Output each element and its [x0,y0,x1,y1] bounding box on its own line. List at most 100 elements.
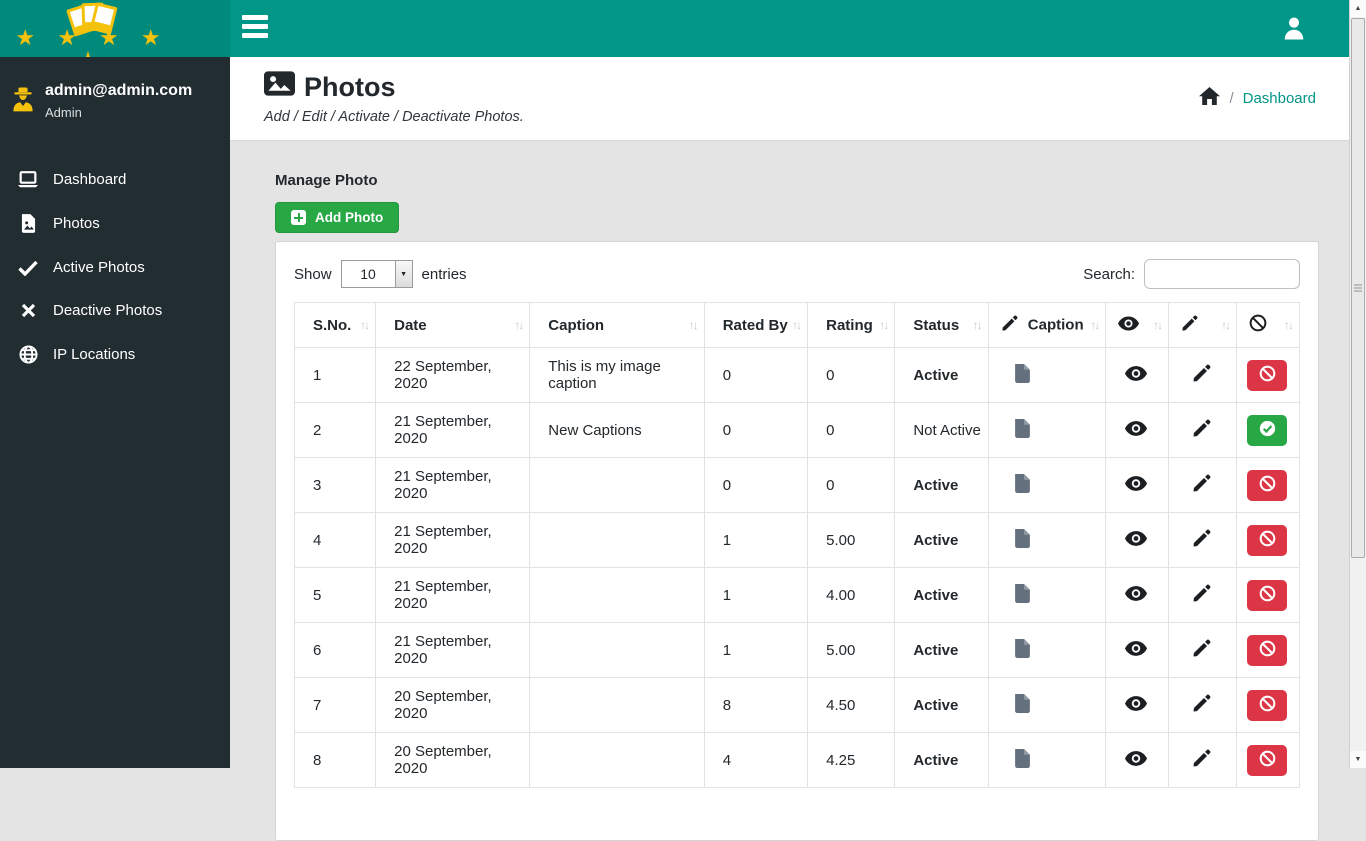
caption-file-icon[interactable] [1013,473,1032,499]
ban-icon [1259,530,1276,550]
sidebar-item-deactive-photos[interactable]: Deactive Photos [0,289,230,332]
scrollbar-thumb[interactable] [1351,18,1365,558]
toggle-status-button[interactable] [1247,414,1288,446]
chevron-down-icon[interactable] [394,261,412,287]
cell-toggle-status [1236,622,1300,678]
column-header-edit-caption[interactable]: Caption [987,302,1107,348]
edit-photo-button[interactable] [1190,417,1213,443]
toggle-status-button[interactable] [1247,359,1288,391]
edit-photo-button[interactable] [1190,582,1213,608]
add-photo-button[interactable]: Add Photo [275,202,400,233]
user-secret-icon [12,84,34,114]
show-label: Show [294,265,332,283]
cell-edit [1168,677,1238,733]
user-account-icon[interactable] [1283,16,1305,45]
sidebar-item-ip-locations[interactable]: IP Locations [0,332,230,377]
column-header-deactivate[interactable] [1236,302,1300,348]
cell-rated-by: 0 [703,347,809,403]
edit-photo-button[interactable] [1190,362,1213,388]
column-header-date[interactable]: Date [375,302,531,348]
add-photo-label: Add Photo [315,210,384,225]
view-photo-button[interactable] [1123,529,1149,551]
sidebar-item-photos[interactable]: Photos [0,201,230,246]
cell-caption: New Captions [529,402,705,458]
view-photo-button[interactable] [1123,419,1149,441]
column-header-rated-by[interactable]: Rated By [703,302,809,348]
edit-photo-button[interactable] [1190,637,1213,663]
five-stars-icon: ★ ★ ★ ★ ★ [15,25,169,58]
page-title: Photos [264,71,1316,103]
eye-icon [1125,421,1148,439]
vertical-scrollbar[interactable] [1349,0,1366,768]
search-input[interactable] [1144,259,1300,289]
hamburger-menu-icon[interactable] [242,15,270,42]
sidebar-item-active-photos[interactable]: Active Photos [0,246,230,289]
content: Manage Photo Add Photo Show 10 entries S… [230,141,1366,841]
edit-photo-button[interactable] [1190,692,1213,718]
page-length-value: 10 [360,266,376,282]
cell-rated-by: 1 [703,567,809,623]
column-header-edit[interactable] [1168,302,1238,348]
cell-date: 20 September, 2020 [375,732,531,788]
toggle-status-button[interactable] [1247,579,1288,611]
cell-status: Active [894,732,989,788]
cell-rating: 0 [807,457,896,513]
table-row: 7 20 September, 2020 8 4.50 Active [293,677,1300,733]
caption-file-icon[interactable] [1013,693,1032,719]
cell-rated-by: 4 [703,732,809,788]
caption-file-icon[interactable] [1013,748,1032,774]
edit-photo-button[interactable] [1190,747,1213,773]
ban-icon [1259,475,1276,495]
breadcrumb-link-dashboard[interactable]: Dashboard [1243,90,1316,107]
cell-edit [1168,732,1238,788]
cell-sno: 7 [293,677,377,733]
page-length-control: Show 10 entries [294,260,467,288]
pencil-icon [1192,694,1211,716]
caption-header-text: Caption [1027,315,1084,333]
view-photo-button[interactable] [1123,474,1149,496]
cell-rating: 5.00 [807,622,896,678]
toggle-status-button[interactable] [1247,634,1288,666]
entries-label: entries [421,265,467,283]
column-header-caption[interactable]: Caption [529,302,705,348]
column-header-rating[interactable]: Rating [807,302,896,348]
toggle-status-button[interactable] [1247,689,1288,721]
cell-edit-caption [987,732,1107,788]
search-label: Search: [1083,265,1135,283]
caption-file-icon[interactable] [1013,418,1032,444]
view-photo-button[interactable] [1123,639,1149,661]
sidebar-item-label: Dashboard [53,171,127,188]
photos-table-body: 1 22 September, 2020 This is my image ca… [293,347,1300,788]
view-photo-button[interactable] [1123,694,1149,716]
column-header-status[interactable]: Status [894,302,989,348]
cell-caption [529,512,705,568]
caption-file-icon[interactable] [1013,528,1032,554]
content-header: Photos Add / Edit / Activate / Deactivat… [230,57,1366,141]
table-row: 8 20 September, 2020 4 4.25 Active [293,732,1300,788]
view-photo-button[interactable] [1123,364,1149,386]
page-length-select[interactable]: 10 [340,260,413,288]
caption-file-icon[interactable] [1013,363,1032,389]
pencil-icon [1192,474,1211,496]
toggle-status-button[interactable] [1247,469,1288,501]
cell-date: 20 September, 2020 [375,677,531,733]
caption-file-icon[interactable] [1013,638,1032,664]
sidebar-item-dashboard[interactable]: Dashboard [0,158,230,201]
cell-edit-caption [987,402,1107,458]
pencil-icon [1192,749,1211,771]
cell-date: 21 September, 2020 [375,457,531,513]
caption-file-icon[interactable] [1013,583,1032,609]
view-photo-button[interactable] [1123,584,1149,606]
edit-photo-button[interactable] [1190,472,1213,498]
column-header-view[interactable] [1105,302,1170,348]
toggle-status-button[interactable] [1247,524,1288,556]
table-row: 3 21 September, 2020 0 0 Active [293,457,1300,513]
edit-photo-button[interactable] [1190,527,1213,553]
home-icon[interactable] [1199,87,1221,109]
toggle-status-button[interactable] [1247,744,1288,776]
ban-icon [1249,314,1267,336]
scroll-up-icon[interactable] [1350,0,1366,17]
app-logo[interactable]: ★ ★ ★ ★ ★ [0,0,230,57]
column-header-sno[interactable]: S.No. [293,302,377,348]
scroll-down-icon[interactable] [1350,751,1366,768]
